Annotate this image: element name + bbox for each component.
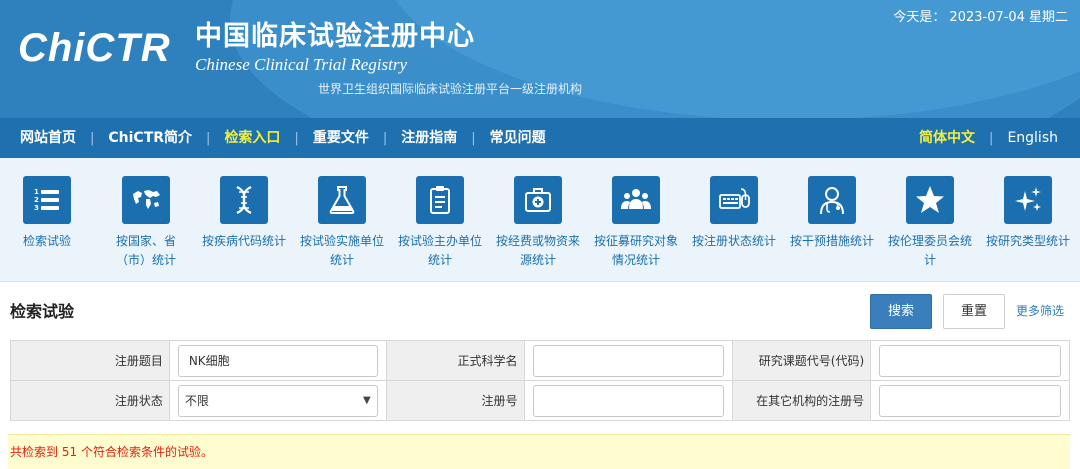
flask-icon	[318, 176, 366, 224]
nav-search[interactable]: 检索入口	[210, 118, 294, 158]
site-title-en: Chinese Clinical Trial Registry	[195, 55, 408, 74]
nav-about[interactable]: ChiCTR简介	[94, 118, 206, 158]
more-filters-link[interactable]: 更多筛选	[1016, 302, 1064, 320]
language-switcher: 简体中文 | English	[905, 118, 1080, 158]
current-date: 今天是： 2023-07-04 星期二	[889, 9, 1068, 27]
search-button[interactable]: 搜索	[870, 294, 932, 329]
icon-label: 检索试验	[22, 234, 71, 248]
main-nav: 网站首页 | ChiCTR简介 | 检索入口 | 重要文件 | 注册指南 | 常…	[0, 118, 1080, 158]
project-code-label: 研究课题代号(代码)	[732, 340, 872, 381]
icon-label: 按征募研究对象情况统计	[593, 234, 678, 267]
icon-label: 按国家、省（市）统计	[115, 234, 176, 267]
icon-label: 按伦理委员会统计	[887, 234, 972, 267]
project-code-input[interactable]	[879, 344, 1061, 377]
other-reg-cell	[870, 380, 1070, 421]
icon-item-status-stats[interactable]: 按注册状态统计	[685, 176, 783, 251]
result-summary: 共检索到 51 个符合检索条件的试验。	[10, 443, 213, 461]
svg-text:3: 3	[34, 204, 39, 212]
weekday: 星期二	[1028, 10, 1068, 25]
svg-text:2: 2	[34, 196, 39, 204]
icon-item-country-stats[interactable]: 按国家、省（市）统计	[97, 176, 195, 270]
form-row: 注册状态 不限 ▼ 注册号 在其它机构的注册号	[10, 380, 1070, 421]
svg-text:1: 1	[34, 188, 39, 196]
result-suffix: 个符合检索条件的试验。	[80, 445, 213, 459]
site-subtitle: 世界卫生组织国际临床试验注册平台一级注册机构	[318, 82, 583, 96]
keyboard-mouse-icon	[710, 176, 758, 224]
sci-name-label: 正式科学名	[385, 340, 525, 381]
reg-title-label: 注册题目	[10, 340, 170, 381]
reg-title-cell: NK细胞	[168, 340, 387, 381]
reg-number-cell	[523, 380, 734, 421]
date-label: 今天是：	[893, 10, 946, 25]
lang-english[interactable]: English	[993, 118, 1080, 158]
icon-label: 按疾病代码统计	[201, 234, 286, 248]
reg-status-value: 不限	[184, 394, 209, 408]
icon-item-disease-stats[interactable]: 按疾病代码统计	[195, 176, 293, 251]
icon-label: 按干预措施统计	[789, 234, 874, 248]
nav-faq[interactable]: 常见问题	[476, 118, 560, 158]
reg-number-label: 注册号	[385, 380, 525, 421]
reg-status-select[interactable]: 不限 ▼	[177, 384, 378, 417]
reg-status-label: 注册状态	[10, 380, 170, 421]
star-icon	[906, 176, 954, 224]
clipboard-icon	[416, 176, 464, 224]
icon-item-sponsor-stats[interactable]: 按试验主办单位统计	[391, 176, 489, 270]
icon-item-recruitment-stats[interactable]: 按征募研究对象情况统计	[587, 176, 685, 270]
icon-item-institution-stats[interactable]: 按试验实施单位统计	[293, 176, 391, 270]
icon-label: 按试验实施单位统计	[299, 234, 384, 267]
statistics-icon-bar: 123 检索试验 按国家、省（市）统计 按疾病代码统计 按试验实施单位统计 按试…	[0, 158, 1080, 282]
sci-name-cell	[523, 340, 734, 381]
project-code-cell	[870, 340, 1070, 381]
other-reg-label: 在其它机构的注册号	[732, 380, 872, 421]
search-form-table: 注册题目 NK细胞 正式科学名 研究课题代号(代码) 注册状态 不限 ▼ 注册号…	[10, 340, 1070, 421]
icon-item-search-trials[interactable]: 123 检索试验	[0, 176, 96, 251]
icon-label: 按试验主办单位统计	[397, 234, 482, 267]
dna-icon	[220, 176, 268, 224]
chictr-logo[interactable]: ChiCTR	[18, 26, 171, 70]
icon-item-study-type-stats[interactable]: 按研究类型统计	[979, 176, 1077, 251]
lang-chinese[interactable]: 简体中文	[905, 118, 989, 158]
site-title-cn: 中国临床试验注册中心	[195, 21, 475, 52]
people-icon	[612, 176, 660, 224]
nav-documents[interactable]: 重要文件	[299, 118, 383, 158]
reg-title-input[interactable]: NK细胞	[177, 344, 378, 377]
search-section-title: 检索试验	[10, 302, 75, 321]
result-summary-bar: 共检索到 51 个符合检索条件的试验。	[8, 434, 1070, 469]
other-reg-input[interactable]	[879, 384, 1061, 417]
reg-number-input[interactable]	[532, 384, 725, 417]
world-map-icon	[122, 176, 170, 224]
doctor-icon	[808, 176, 856, 224]
icon-label: 按经费或物资来源统计	[495, 234, 580, 267]
list-numbered-icon: 123	[23, 176, 71, 224]
form-row: 注册题目 NK细胞 正式科学名 研究课题代号(代码)	[10, 340, 1070, 381]
icon-item-ethics-stats[interactable]: 按伦理委员会统计	[881, 176, 979, 270]
reg-status-cell: 不限 ▼	[168, 380, 387, 421]
icon-item-funding-stats[interactable]: 按经费或物资来源统计	[489, 176, 587, 270]
site-header: ChiCTR 中国临床试验注册中心 Chinese Clinical Trial…	[0, 0, 1080, 118]
sparkle-icon	[1004, 176, 1052, 224]
date-value: 2023-07-04	[949, 10, 1025, 25]
icon-label: 按研究类型统计	[985, 234, 1070, 248]
chevron-down-icon: ▼	[362, 395, 371, 406]
result-prefix: 共检索到	[10, 445, 59, 459]
reset-button[interactable]: 重置	[943, 294, 1005, 329]
medical-kit-icon	[514, 176, 562, 224]
icon-item-intervention-stats[interactable]: 按干预措施统计	[783, 176, 881, 251]
sci-name-input[interactable]	[532, 344, 725, 377]
icon-label: 按注册状态统计	[691, 234, 776, 248]
nav-guide[interactable]: 注册指南	[387, 118, 471, 158]
result-count: 51	[61, 445, 78, 459]
nav-home[interactable]: 网站首页	[0, 118, 90, 158]
